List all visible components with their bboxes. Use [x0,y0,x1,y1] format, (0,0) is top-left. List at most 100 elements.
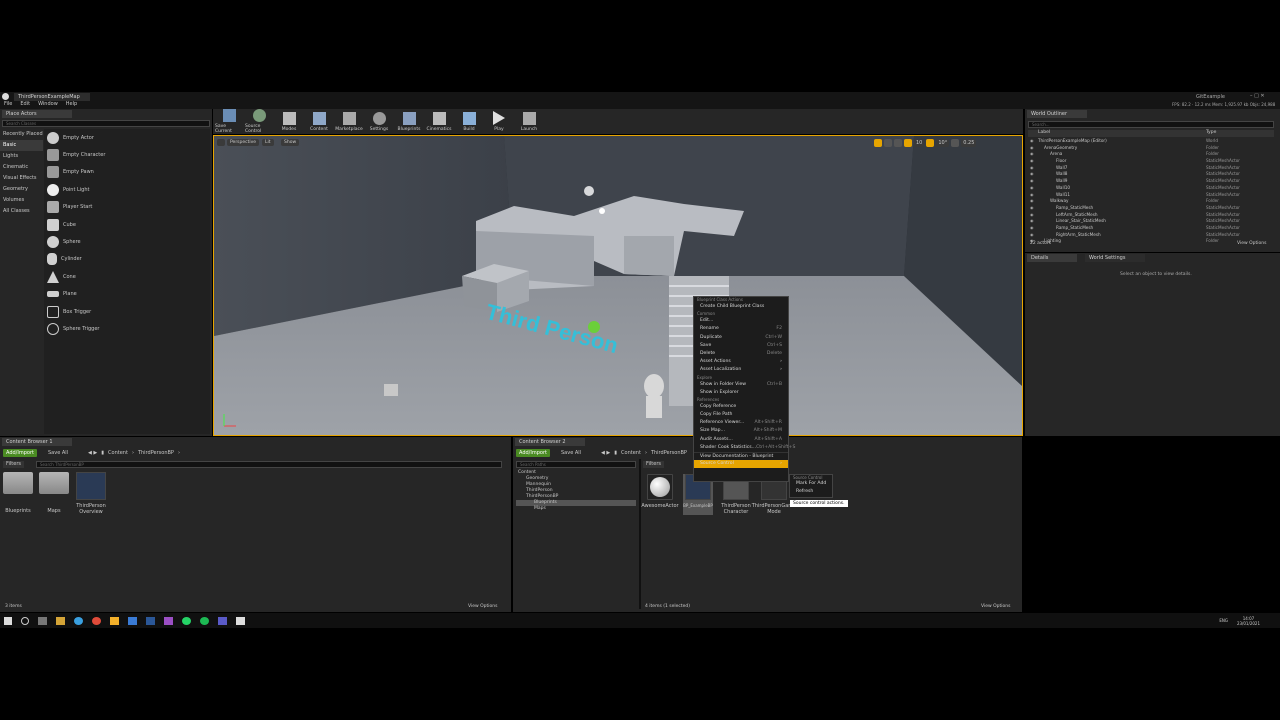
build-button[interactable]: Build [455,111,483,132]
asset-tile[interactable]: Maps [39,472,69,515]
menu-window[interactable]: Window [38,101,58,109]
place-actors-tab[interactable]: Place Actors [2,110,72,118]
launch-button[interactable]: Launch [515,111,543,132]
outliner-row[interactable]: ◉ Ramp_StaticMesh StaticMeshActor [1028,205,1274,212]
copy-reference-item[interactable]: Copy Reference [694,403,788,411]
show-button[interactable]: Show [281,139,300,146]
outliner-row[interactable]: ◉ ArenaGeometry Folder [1028,145,1274,152]
actor-item[interactable]: Cone [44,268,210,285]
asset-tile[interactable]: ThirdPerson Overview [75,472,107,515]
save-item[interactable]: Save Ctrl+S [694,342,788,350]
menu-help[interactable]: Help [66,101,77,109]
cb2-filters-button[interactable]: Filters [643,461,664,468]
spotify-icon[interactable] [200,616,209,625]
folder-app-icon[interactable] [110,616,119,625]
cb1-filters-button[interactable]: Filters [3,461,24,468]
discord-icon[interactable] [218,616,227,625]
rotation-snap-icon[interactable] [926,139,935,147]
lit-button[interactable]: Lit [262,139,274,146]
place-actors-search[interactable]: Search Classes [2,120,210,127]
visibility-eye-icon[interactable]: ◉ [1030,165,1034,172]
cb2-path-search[interactable]: Search Paths [516,461,636,468]
actor-item[interactable]: Cube [44,216,210,233]
source-control-item[interactable]: Source Control › [694,460,788,469]
actor-item[interactable]: Sphere [44,233,210,250]
blueprints-button[interactable]: Blueprints [395,111,423,132]
level-viewport[interactable]: Third Person Perspective Lit Show 10 10°… [213,135,1023,436]
details-tab[interactable]: Details [1027,254,1077,262]
visibility-eye-icon[interactable]: ◉ [1030,212,1034,219]
show-in-explorer-item[interactable]: Show in Explorer [694,389,788,397]
world-outliner-tab[interactable]: World Outliner [1027,110,1087,118]
visibility-eye-icon[interactable]: ◉ [1030,171,1034,178]
whatsapp-icon[interactable] [182,616,191,625]
category-lights[interactable]: Lights [0,151,43,162]
actor-item[interactable]: Empty Character [44,146,210,163]
asset-tile[interactable]: Blueprints [3,472,33,515]
category-recently-placed[interactable]: Recently Placed [0,129,43,140]
light-gizmo[interactable] [584,186,594,196]
breadcrumb-thirdpersonbp[interactable]: ThirdPersonBP [651,449,687,457]
col-type[interactable]: Type [1206,130,1216,135]
visibility-eye-icon[interactable]: ◉ [1030,145,1034,152]
rename-item[interactable]: Rename F2 [694,325,788,333]
mark-for-add-item[interactable]: Mark For Add [790,480,832,488]
windows-start-icon[interactable] [4,616,12,625]
visibility-eye-icon[interactable]: ◉ [1030,205,1034,212]
actor-item[interactable]: Box Trigger [44,303,210,320]
visibility-eye-icon[interactable]: ◉ [1030,225,1034,232]
cb1-save-all-button[interactable]: Save All [48,449,68,457]
cb2-view-options[interactable]: View Options [981,604,1010,609]
tree-maps[interactable]: Maps [516,506,636,512]
visibility-eye-icon[interactable]: ◉ [1030,158,1034,165]
actor-item[interactable]: Plane [44,286,210,303]
outliner-row[interactable]: ◉ Wall9 StaticMeshActor [1028,178,1274,185]
visibility-eye-icon[interactable]: ◉ [1030,151,1034,158]
save-current-button[interactable]: Save Current [215,109,243,134]
actor-item[interactable]: Empty Pawn [44,164,210,181]
level-tab[interactable]: ThirdPersonExampleMap [14,93,90,101]
outliner-row[interactable]: ◉ Arena Folder [1028,151,1274,158]
outliner-row[interactable]: ◉ Linear_Stair_StaticMesh StaticMeshActor [1028,218,1274,225]
category-all-classes[interactable]: All Classes [0,206,43,217]
rotate-icon[interactable] [884,139,892,147]
scale-icon[interactable] [894,139,902,147]
viewport-options-button[interactable] [217,139,225,146]
word-icon[interactable] [146,616,155,625]
asset-tile[interactable]: AwesomeActor [641,474,679,515]
unreal-taskbar-icon[interactable] [236,616,245,625]
mail-icon[interactable] [128,616,137,625]
outliner-row[interactable]: ◉ ThirdPersonExampleMap (Editor) World [1028,138,1274,145]
col-label[interactable]: Label [1038,130,1050,135]
splitter[interactable] [639,459,641,609]
category-basic[interactable]: Basic [0,140,43,151]
cb1-add-import-button[interactable]: Add/Import [3,449,37,457]
chrome-icon[interactable] [92,616,101,625]
outliner-row[interactable]: ◉ Wall11 StaticMeshActor [1028,192,1274,199]
language-indicator[interactable]: ENG [1219,618,1228,623]
outliner-row[interactable]: ◉ Wall7 StaticMeshActor [1028,165,1274,172]
marketplace-button[interactable]: Marketplace [335,111,363,132]
grid-snap-value[interactable]: 10 [914,139,925,147]
content-browser-2-tab[interactable]: Content Browser 2 [515,438,585,446]
asset-actions-item[interactable]: Asset Actions › [694,358,788,366]
back-icon[interactable]: ◀ ▶ [601,449,610,457]
outliner-row[interactable]: ◉ Walkway Folder [1028,198,1274,205]
category-geometry[interactable]: Geometry [0,184,43,195]
file-explorer-icon[interactable] [56,616,65,625]
category-cinematic[interactable]: Cinematic [0,162,43,173]
view-documentation-item[interactable]: View Documentation - Blueprint [694,452,788,460]
shader-cook-stats-item[interactable]: Shader Cook Statistics... Ctrl+Alt+Shift+… [694,444,795,452]
scale-snap-icon[interactable] [951,139,960,147]
category-visual-effects[interactable]: Visual Effects [0,173,43,184]
grid-snap-icon[interactable] [904,139,912,147]
show-in-folder-view-item[interactable]: Show in Folder View Ctrl+B [694,381,788,389]
outliner-row[interactable]: ◉ LeftArm_StaticMesh StaticMeshActor [1028,212,1274,219]
copy-file-path-item[interactable]: Copy File Path [694,411,788,419]
search-icon[interactable] [21,616,29,625]
scale-snap-value[interactable]: 0.25 [961,139,977,147]
cb2-add-import-button[interactable]: Add/Import [516,449,550,457]
outliner-view-options[interactable]: View Options [1237,241,1266,246]
outliner-row[interactable]: ◉ Wall10 StaticMeshActor [1028,185,1274,192]
cb1-search[interactable]: Search ThirdPersonBP [36,461,502,468]
